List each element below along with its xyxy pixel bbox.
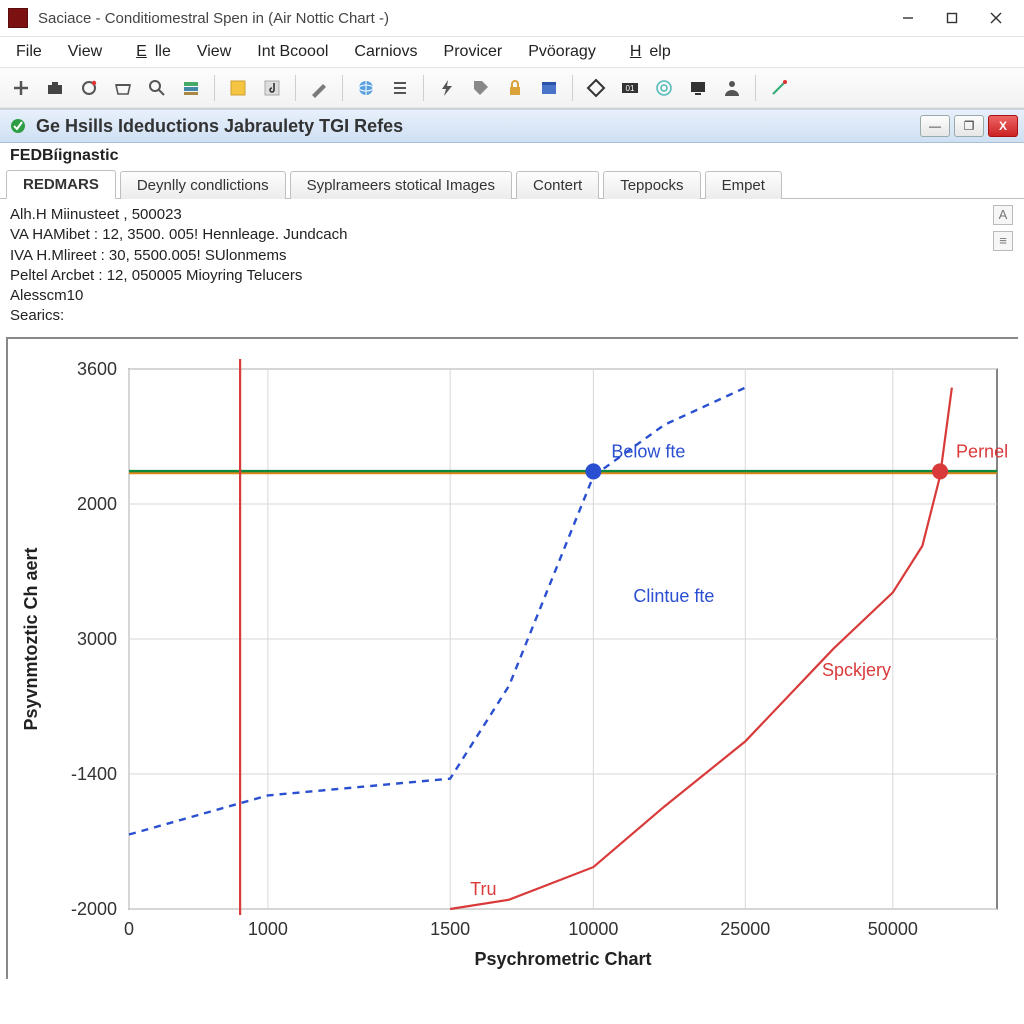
diamond-icon[interactable]: [581, 73, 611, 103]
psychrometric-chart: 0 1000 1500 10000 25000 50000 -2000 -1400 3000 20…: [6, 337, 1018, 979]
tab-5[interactable]: Empet: [705, 171, 782, 199]
toolbar-separator: [214, 75, 215, 101]
monitor-icon[interactable]: [683, 73, 713, 103]
menu-bar: File View Elle View Int Bcoool Carniovs Provic…: [0, 37, 1024, 67]
plus-icon[interactable]: [6, 73, 36, 103]
svg-text:Pernel: Pernel: [956, 441, 1008, 461]
toolbar-separator: [572, 75, 573, 101]
menu-help[interactable]: Help: [614, 41, 679, 63]
person-icon[interactable]: [717, 73, 747, 103]
info-panel: Alh.H Miinusteet , 500023VA HAMibet : 12…: [0, 199, 1024, 333]
svg-text:Clintue fte: Clintue fte: [633, 585, 714, 605]
minimize-button[interactable]: [886, 3, 930, 33]
svg-text:25000: 25000: [720, 919, 770, 939]
toolbar: 01: [0, 67, 1024, 109]
menu-carniovs[interactable]: Carniovs: [346, 41, 425, 63]
tab-1[interactable]: Deynlly condlictions: [120, 171, 286, 199]
svg-text:-1400: -1400: [71, 764, 117, 784]
titlebar: Saciace - Conditiomestral Spen in (Air N…: [0, 0, 1024, 37]
info-line: Peltel Arcbet : 12, 050005 Mioyring Telu…: [10, 266, 992, 286]
toolbar-separator: [755, 75, 756, 101]
info-line: Alesscm10: [10, 286, 992, 306]
subwindow-icon: [8, 116, 28, 136]
document-subwindow: Ge Hsills Ideductions Jabraulety TGI Ref…: [0, 109, 1024, 979]
lock-icon[interactable]: [500, 73, 530, 103]
close-button[interactable]: [974, 3, 1018, 33]
stack-icon[interactable]: [176, 73, 206, 103]
svg-text:01: 01: [626, 84, 635, 93]
subwindow-title: Ge Hsills Ideductions Jabraulety TGI Ref…: [36, 116, 403, 137]
window-title: Saciace - Conditiomestral Spen in (Air N…: [38, 10, 389, 27]
svg-text:Tru: Tru: [470, 879, 496, 899]
side-widget-a[interactable]: A: [993, 205, 1013, 225]
svg-text:Psychrometric Chart: Psychrometric Chart: [474, 949, 651, 969]
tab-strip: REDMARSDeynlly condlictionsSyplrameers s…: [0, 167, 1024, 199]
refresh-icon[interactable]: [74, 73, 104, 103]
counter-icon[interactable]: 01: [615, 73, 645, 103]
subwindow-minimize-button[interactable]: —: [920, 115, 950, 137]
svg-text:Spckjery: Spckjery: [822, 660, 891, 680]
music-icon[interactable]: [257, 73, 287, 103]
svg-text:3600: 3600: [77, 359, 117, 379]
svg-text:Below fte: Below fte: [611, 441, 685, 461]
tab-4[interactable]: Teppocks: [603, 171, 700, 199]
panel-header: FEDBíignastic: [0, 143, 1024, 167]
basket-icon[interactable]: [108, 73, 138, 103]
menu-provicer[interactable]: Provicer: [436, 41, 511, 63]
target-icon[interactable]: [649, 73, 679, 103]
svg-text:Psyvnmtoztic Ch aert: Psyvnmtoztic Ch aert: [21, 547, 41, 730]
tab-2[interactable]: Syplrameers stotical Images: [290, 171, 512, 199]
svg-text:3000: 3000: [77, 629, 117, 649]
toolbar-separator: [295, 75, 296, 101]
toolbar-separator: [342, 75, 343, 101]
menu-file[interactable]: File: [8, 41, 50, 63]
globe-icon[interactable]: [351, 73, 381, 103]
svg-text:10000: 10000: [568, 919, 618, 939]
tag-icon[interactable]: [466, 73, 496, 103]
wand-icon[interactable]: [764, 73, 794, 103]
svg-text:1500: 1500: [430, 919, 470, 939]
bolt-icon[interactable]: [432, 73, 462, 103]
tab-0[interactable]: REDMARS: [6, 170, 116, 199]
search-icon[interactable]: [142, 73, 172, 103]
chart-svg: 0 1000 1500 10000 25000 50000 -2000 -1400 3000 20…: [8, 339, 1018, 979]
subwindow-restore-button[interactable]: ❐: [954, 115, 984, 137]
svg-text:-2000: -2000: [71, 899, 117, 919]
menu-view[interactable]: View: [60, 41, 110, 63]
window-icon[interactable]: [534, 73, 564, 103]
side-widget-b[interactable]: ≡: [993, 231, 1013, 251]
pen-icon[interactable]: [304, 73, 334, 103]
info-line: VA HAMibet : 12, 3500. 005! Hennleage. J…: [10, 225, 992, 245]
svg-text:1000: 1000: [248, 919, 288, 939]
menu-elle[interactable]: Elle: [120, 41, 179, 63]
svg-text:50000: 50000: [868, 919, 918, 939]
info-line: IVA H.Mlireet : 30, 5500.005! SUlonmems: [10, 246, 992, 266]
menu-int bcoool[interactable]: Int Bcoool: [249, 41, 336, 63]
svg-text:0: 0: [124, 919, 134, 939]
tab-3[interactable]: Contert: [516, 171, 599, 199]
menu-view[interactable]: View: [189, 41, 239, 63]
info-line: Searics:: [10, 306, 992, 326]
subwindow-close-button[interactable]: X: [988, 115, 1018, 137]
note-yellow-icon[interactable]: [223, 73, 253, 103]
toolbar-separator: [423, 75, 424, 101]
menu-pvöoragy[interactable]: Pvöoragy: [520, 41, 604, 63]
subwindow-titlebar: Ge Hsills Ideductions Jabraulety TGI Ref…: [0, 110, 1024, 143]
briefcase-icon[interactable]: [40, 73, 70, 103]
maximize-button[interactable]: [930, 3, 974, 33]
app-icon: [8, 8, 28, 28]
info-line: Alh.H Miinusteet , 500023: [10, 205, 992, 225]
list-icon[interactable]: [385, 73, 415, 103]
svg-text:2000: 2000: [77, 494, 117, 514]
